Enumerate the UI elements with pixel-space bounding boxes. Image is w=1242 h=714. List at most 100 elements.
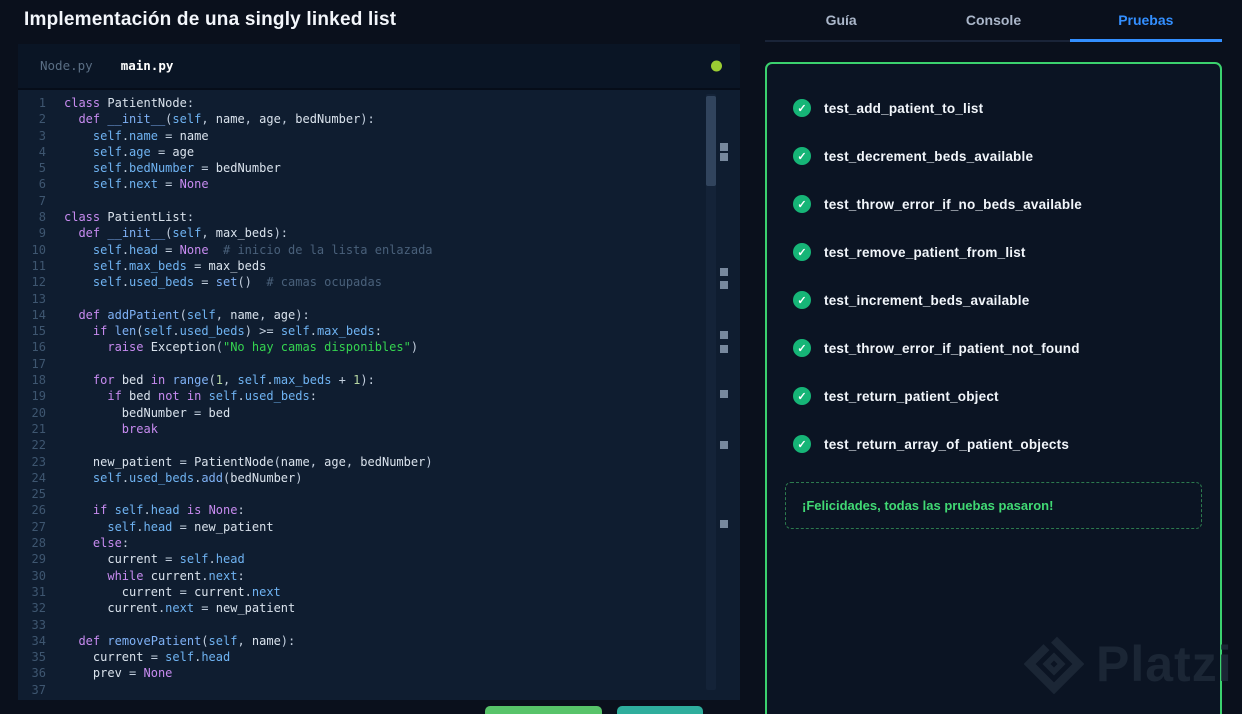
tab-guia[interactable]: Guía (765, 0, 917, 40)
code-line: 2 def __init__(self, name, age, bedNumbe… (18, 111, 740, 127)
code-token: . (121, 275, 130, 290)
code-token: self (208, 389, 238, 404)
tab-pruebas[interactable]: Pruebas (1069, 0, 1223, 42)
code-text: def __init__(self, max_beds): (64, 225, 288, 241)
check-icon: ✓ (793, 243, 811, 261)
code-token: = (157, 242, 180, 257)
code-line: 7 (18, 193, 740, 209)
code-line: 24 self.used_beds.add(bedNumber) (18, 470, 740, 486)
code-text: else: (64, 535, 129, 551)
code-token: self (208, 633, 238, 648)
code-token: # inicio de la lista enlazada (223, 242, 433, 257)
code-line: 32 current.next = new_patient (18, 600, 740, 616)
code-token: used_beds (179, 324, 245, 339)
test-result-row: ✓ test_return_array_of_patient_objects (767, 420, 1220, 468)
code-token: . (201, 568, 209, 583)
code-token: None (179, 177, 209, 192)
code-token: head (129, 242, 158, 257)
line-number: 3 (38, 128, 46, 143)
code-token: : (186, 96, 195, 110)
code-text: self.max_beds = max_beds (64, 258, 266, 274)
test-name-label: test_return_patient_object (824, 388, 999, 404)
code-token: removePatient (107, 633, 202, 648)
test-name-label: test_throw_error_if_patient_not_found (824, 340, 1080, 356)
scroll-mark (720, 441, 728, 449)
code-token: : (374, 324, 382, 339)
code-line: 33 (18, 617, 740, 633)
code-token: , (259, 307, 274, 322)
line-number: 13 (31, 291, 46, 306)
code-line: 22 (18, 437, 740, 453)
success-message-text: ¡Felicidades, todas las pruebas pasaron! (802, 498, 1054, 513)
code-token: __init__ (107, 226, 166, 241)
code-token: ): (295, 307, 310, 322)
scrollbar-thumb[interactable] (706, 96, 716, 186)
test-result-row: ✓ test_add_patient_to_list (767, 84, 1220, 132)
line-number: 29 (31, 552, 46, 567)
code-text: bedNumber = bed (64, 405, 230, 421)
editor-tab-node-py[interactable]: Node.py (40, 58, 93, 73)
submit-button[interactable] (617, 706, 703, 714)
editor-tab-main-py[interactable]: main.py (121, 58, 174, 73)
code-token: : (237, 503, 245, 518)
code-line: 26 if self.head is None: (18, 502, 740, 518)
code-text: class PatientList: (64, 209, 194, 225)
scroll-mark (720, 390, 728, 398)
line-number: 2 (38, 112, 46, 127)
code-token: ) >= (244, 324, 281, 339)
code-token: ): (280, 633, 296, 648)
code-token: next (251, 584, 281, 599)
code-token: else (92, 536, 122, 551)
code-token: next (129, 177, 158, 192)
code-text: self.next = None (64, 176, 209, 192)
editor-scrollbar[interactable] (706, 94, 716, 690)
code-token: self (172, 226, 202, 241)
line-number: 6 (38, 177, 46, 192)
code-text: new_patient = PatientNode(name, age, bed… (64, 454, 433, 470)
code-token: self (114, 503, 144, 518)
code-token: . (237, 389, 245, 404)
code-token: next (165, 601, 195, 616)
code-token: = (194, 275, 216, 290)
code-token: current (107, 601, 158, 616)
scroll-mark (720, 520, 728, 528)
scroll-mark (720, 143, 728, 151)
code-text: def __init__(self, name, age, bedNumber)… (64, 111, 374, 127)
code-text: raise Exception("No hay camas disponible… (64, 339, 418, 355)
tab-console[interactable]: Console (917, 0, 1069, 40)
test-name-label: test_increment_beds_available (824, 292, 1030, 308)
code-token: self (107, 519, 137, 534)
code-token: = (150, 144, 173, 159)
code-token: . (121, 258, 130, 273)
code-token: used_beds (129, 275, 195, 290)
code-line: 17 (18, 356, 740, 372)
code-text: current = self.head (64, 649, 230, 665)
code-token: self (143, 324, 173, 339)
code-token: addPatient (107, 307, 180, 322)
code-line: 30 while current.next: (18, 568, 740, 584)
code-token: self (92, 128, 122, 143)
code-token: = (157, 552, 180, 567)
check-icon: ✓ (793, 387, 811, 405)
code-area[interactable]: 1 class PatientNode: 2 def __init__(self, … (18, 90, 740, 698)
code-text: current.next = new_patient (64, 600, 295, 616)
code-token: Exception (150, 340, 216, 355)
test-name-label: test_add_patient_to_list (824, 100, 984, 116)
code-line: 37 (18, 682, 740, 698)
code-token: . (266, 373, 274, 388)
run-button[interactable] (485, 706, 602, 714)
